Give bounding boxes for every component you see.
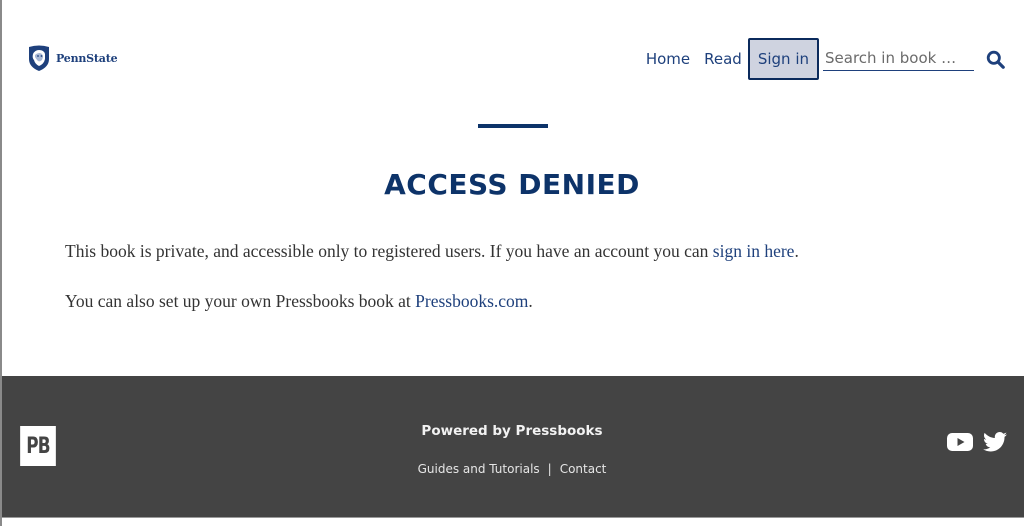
contact-link[interactable]: Contact	[560, 462, 607, 476]
window-edge	[0, 0, 2, 526]
footer-link-separator: |	[547, 462, 552, 476]
twitter-link[interactable]	[983, 432, 1007, 457]
search-input[interactable]	[823, 47, 974, 71]
youtube-link[interactable]	[947, 433, 983, 456]
penn-state-logo-link[interactable]: PennState	[28, 45, 118, 72]
search-form	[823, 47, 1006, 71]
twitter-icon	[983, 432, 1007, 452]
main-nav: Home Read Sign in	[642, 38, 1006, 80]
nav-sign-in-link[interactable]: Sign in	[747, 38, 819, 80]
logo-text: PennState	[56, 52, 118, 65]
footer-links: Guides and Tutorials | Contact	[0, 462, 1024, 476]
nav-read-link[interactable]: Read	[700, 39, 746, 79]
setup-book-suffix: .	[528, 291, 533, 311]
title-accent-bar	[478, 124, 548, 128]
search-icon	[986, 50, 1005, 69]
page-title: ACCESS DENIED	[384, 168, 640, 201]
nav-home-link[interactable]: Home	[642, 39, 694, 79]
youtube-icon	[947, 433, 973, 451]
penn-state-shield-icon	[29, 45, 49, 71]
guides-and-tutorials-link[interactable]: Guides and Tutorials	[418, 462, 540, 476]
setup-book-message: You can also set up your own Pressbooks …	[65, 291, 533, 312]
sign-in-here-link[interactable]: sign in here	[713, 241, 795, 261]
private-book-message: This book is private, and accessible onl…	[65, 241, 799, 262]
site-footer: PB Powered by Pressbooks Guides and Tuto…	[0, 376, 1024, 517]
social-links	[947, 432, 1007, 457]
private-book-suffix: .	[794, 241, 799, 261]
powered-by: Powered by Pressbooks	[0, 423, 1024, 439]
pressbooks-com-link[interactable]: Pressbooks.com	[415, 291, 528, 311]
site-header: PennState Home Read Sign in	[0, 0, 1024, 110]
private-book-text: This book is private, and accessible onl…	[65, 241, 713, 261]
page-bottom-strip	[0, 517, 1024, 526]
powered-by-pressbooks-link[interactable]: Powered by Pressbooks	[421, 423, 602, 439]
search-button[interactable]	[984, 48, 1006, 70]
setup-book-text: You can also set up your own Pressbooks …	[65, 291, 416, 311]
